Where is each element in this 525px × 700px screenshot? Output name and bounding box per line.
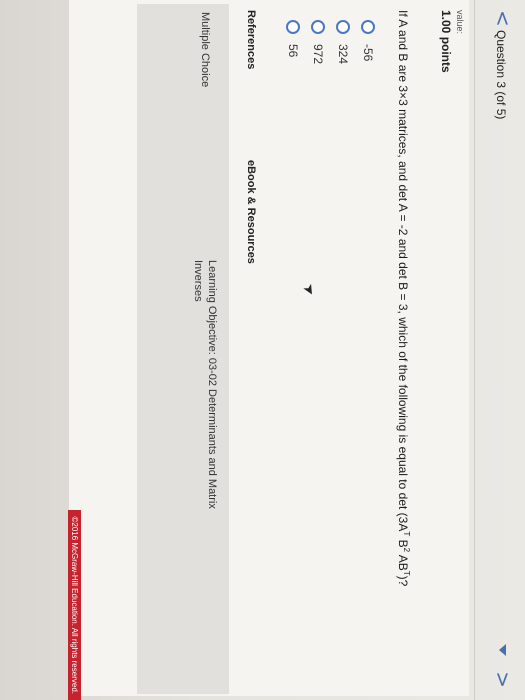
- answer-choice[interactable]: 972: [306, 20, 331, 64]
- question-card: value: 1.00 points If A and B are 3×3 ma…: [69, 0, 469, 696]
- question-text: If A and B are 3×3 matrices, and det A =…: [396, 10, 411, 586]
- answer-choice[interactable]: 56: [281, 20, 306, 64]
- reference-type: Multiple Choice: [199, 12, 211, 88]
- radio-button-icon[interactable]: [311, 20, 326, 34]
- radio-button-icon[interactable]: [336, 20, 351, 34]
- question-text-part: )?: [396, 575, 410, 587]
- answer-choice-label[interactable]: 324: [337, 44, 351, 64]
- answer-choice[interactable]: 324: [331, 20, 356, 64]
- question-counter: Question 3 (of 5): [494, 30, 508, 120]
- answer-choice[interactable]: -56: [356, 20, 381, 64]
- question-text-part: B: [396, 536, 410, 548]
- answer-choice-label[interactable]: -56: [362, 44, 376, 61]
- previous-question-button[interactable]: <: [491, 10, 515, 27]
- screen-rotated: < Question 3 (of 5) > value: 1.00 points…: [0, 0, 525, 700]
- question-dropdown-caret-icon[interactable]: [499, 644, 506, 656]
- references-header: References: [245, 10, 257, 70]
- radio-button-icon[interactable]: [361, 20, 376, 34]
- learning-objective: Learning Objective: 03-02 Determinants a…: [192, 260, 218, 509]
- value-points: 1.00 points: [439, 10, 453, 73]
- copyright-notice: ©2016 McGraw-Hill Education. All rights …: [68, 510, 81, 700]
- radio-button-icon[interactable]: [286, 20, 301, 34]
- question-text-part: If A and B are 3×3 matrices, and det A =…: [396, 10, 410, 532]
- question-text-part: AB: [396, 552, 410, 571]
- answer-choice-label[interactable]: 972: [312, 44, 326, 64]
- ebook-resources-header[interactable]: eBook & Resources: [245, 160, 257, 264]
- next-question-button[interactable]: >: [491, 671, 515, 688]
- answer-choices: -56 324 972 56: [281, 20, 381, 64]
- reference-row: Multiple Choice Learning Objective: 03-0…: [137, 4, 229, 694]
- question-nav-bar: < Question 3 (of 5) >: [474, 0, 525, 700]
- value-label: value:: [455, 10, 465, 35]
- answer-choice-label[interactable]: 56: [287, 44, 301, 57]
